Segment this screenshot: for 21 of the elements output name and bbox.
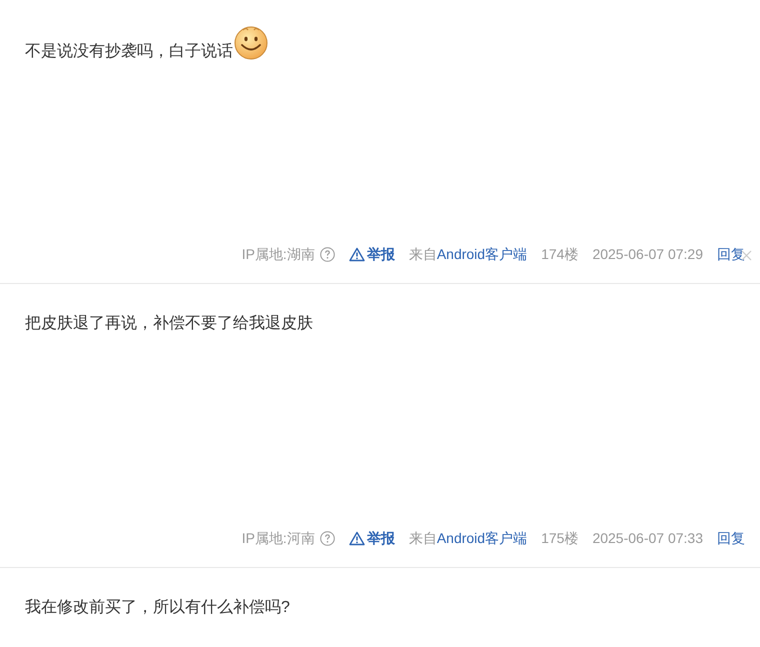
warning-icon <box>348 246 365 262</box>
source-label: 来自 <box>408 245 437 264</box>
warning-icon <box>348 530 365 546</box>
ip-location: IP属地:河南 <box>242 529 315 548</box>
reply-link[interactable]: 回复 <box>717 528 745 548</box>
post-text: 把皮肤退了再说，补偿不要了给我退皮肤 <box>25 314 313 334</box>
help-icon[interactable] <box>320 530 335 546</box>
post-time: 2025-06-07 07:33 <box>592 529 703 548</box>
client-link[interactable]: Android客户端 <box>436 528 528 548</box>
client-link[interactable]: Android客户端 <box>436 244 528 264</box>
source-label: 来自 <box>408 529 437 548</box>
floor-number: 174楼 <box>541 245 578 264</box>
ip-location: IP属地:湖南 <box>242 245 315 264</box>
floor-number: 175楼 <box>541 529 578 548</box>
post-time: 2025-06-07 07:29 <box>592 245 703 264</box>
report-link[interactable]: 举报 <box>348 244 395 264</box>
post-text: 不是说没有抄袭吗，白子说话 <box>25 42 233 62</box>
report-link[interactable]: 举报 <box>348 528 395 548</box>
reply-link[interactable]: 回复 <box>717 244 745 264</box>
help-icon[interactable] <box>320 246 335 262</box>
post-text: 我在修改前买了，所以有什么补偿吗? <box>25 598 290 618</box>
